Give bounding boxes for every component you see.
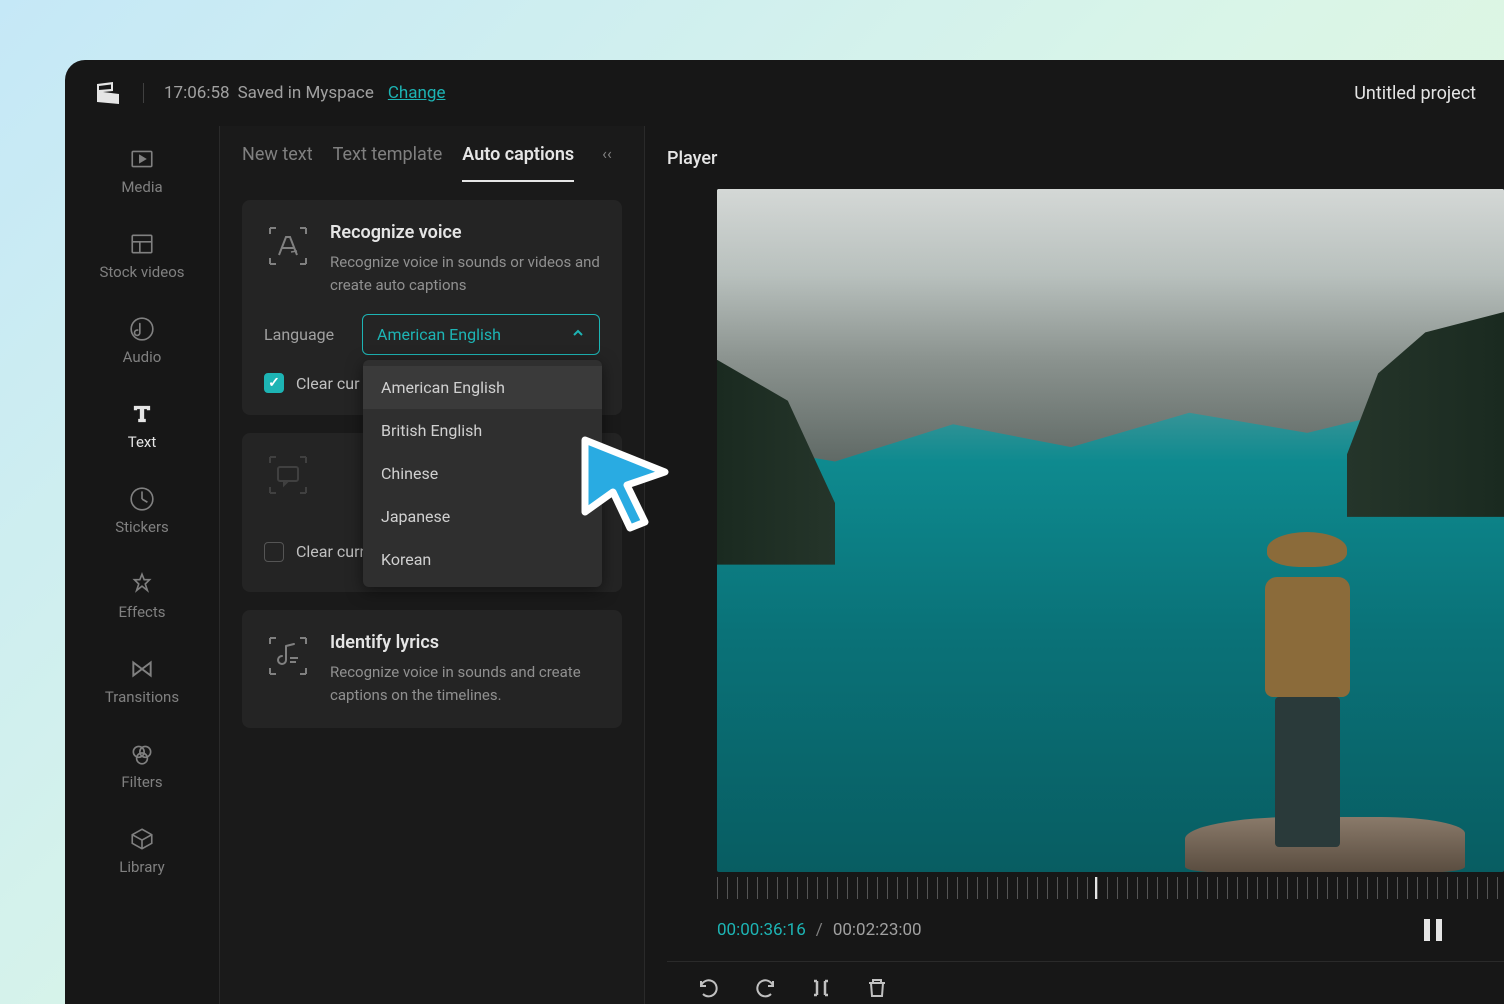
language-selected: American English [377,325,501,344]
sidebar-item-stock-videos[interactable]: Stock videos [99,231,184,281]
captions-icon [264,451,312,499]
tab-text-template[interactable]: Text template [333,144,443,182]
text-icon [129,401,155,427]
sidebar-item-audio[interactable]: Audio [123,316,162,366]
tab-auto-captions[interactable]: Auto captions [462,144,574,182]
effects-icon [129,571,155,597]
chevron-up-icon [571,325,585,344]
language-dropdown: American English British English Chinese… [363,360,602,587]
sidebar-label: Media [121,178,162,196]
recognize-title: Recognize voice [330,222,600,243]
language-label: Language [264,325,344,344]
identify-lyrics-card: Identify lyrics Recognize voice in sound… [242,610,622,728]
time-total: 00:02:23:00 [833,920,922,940]
sidebar-label: Effects [118,603,165,621]
dropdown-item[interactable]: Japanese [363,495,602,538]
collapse-icon[interactable]: ‹‹ [602,144,612,182]
recognize-desc: Recognize voice in sounds or videos and … [330,251,600,296]
left-sidebar: Media Stock videos Audio Text [65,126,220,1004]
player-title: Player [667,148,1504,169]
recognize-voice-icon [264,222,312,270]
language-select[interactable]: American English American English Britis… [362,314,600,355]
save-status: Saved in Myspace [238,83,374,103]
sidebar-label: Transitions [105,688,179,706]
panel-content: Recognize voice Recognize voice in sound… [220,182,644,764]
stock-videos-icon [129,231,155,257]
sidebar-label: Stock videos [99,263,184,281]
tabs: New text Text template Auto captions ‹‹ [220,126,644,182]
app-window: 17:06:58 Saved in Myspace Change Untitle… [65,60,1504,1004]
audio-icon [129,316,155,342]
pause-button[interactable] [1422,917,1444,943]
delete-icon[interactable] [865,976,889,1004]
player-area: Player 00:00:36: [645,126,1504,1004]
redo-icon[interactable] [753,976,777,1004]
playhead-indicator[interactable] [1095,877,1097,899]
undo-icon[interactable] [697,976,721,1004]
video-frame [717,189,1504,872]
text-panel: New text Text template Auto captions ‹‹ … [220,126,645,1004]
sidebar-label: Library [119,858,164,876]
bottom-toolbar [667,961,1504,1004]
recognize-voice-card: Recognize voice Recognize voice in sound… [242,200,622,415]
main-area: Media Stock videos Audio Text [65,126,1504,1004]
time-current: 00:00:36:16 [717,920,806,940]
dropdown-item[interactable]: American English [363,366,602,409]
dropdown-item[interactable]: British English [363,409,602,452]
split-icon[interactable] [809,976,833,1004]
divider [143,83,144,103]
app-logo-icon [93,78,123,108]
dropdown-item[interactable]: Chinese [363,452,602,495]
dropdown-item[interactable]: Korean [363,538,602,581]
sidebar-item-filters[interactable]: Filters [121,741,162,791]
timestamp: 17:06:58 [164,83,230,103]
sidebar-item-media[interactable]: Media [121,146,162,196]
sidebar-item-transitions[interactable]: Transitions [105,656,179,706]
sidebar-item-library[interactable]: Library [119,826,164,876]
sidebar-label: Stickers [115,518,169,536]
video-preview[interactable] [717,189,1504,872]
transitions-icon [129,656,155,682]
sidebar-item-stickers[interactable]: Stickers [115,486,169,536]
sidebar-item-effects[interactable]: Effects [118,571,165,621]
sidebar-label: Filters [121,773,162,791]
sidebar-label: Text [128,433,157,451]
player-controls: 00:00:36:16 / 00:02:23:00 [667,899,1504,961]
stickers-icon [129,486,155,512]
change-link[interactable]: Change [388,83,446,103]
filters-icon [129,741,155,767]
lyrics-icon [264,632,312,680]
timeline-ruler[interactable] [717,877,1504,899]
lyrics-title: Identify lyrics [330,632,600,653]
library-icon [129,826,155,852]
tab-new-text[interactable]: New text [242,144,313,182]
sidebar-label: Audio [123,348,162,366]
clear-checkbox[interactable] [264,373,284,393]
lyrics-desc: Recognize voice in sounds and create cap… [330,661,600,706]
time-separator: / [816,920,823,940]
sidebar-item-text[interactable]: Text [128,401,157,451]
clear-captions-checkbox[interactable] [264,542,284,562]
top-bar: 17:06:58 Saved in Myspace Change Untitle… [65,60,1504,126]
project-title: Untitled project [1354,83,1476,104]
media-icon [129,146,155,172]
